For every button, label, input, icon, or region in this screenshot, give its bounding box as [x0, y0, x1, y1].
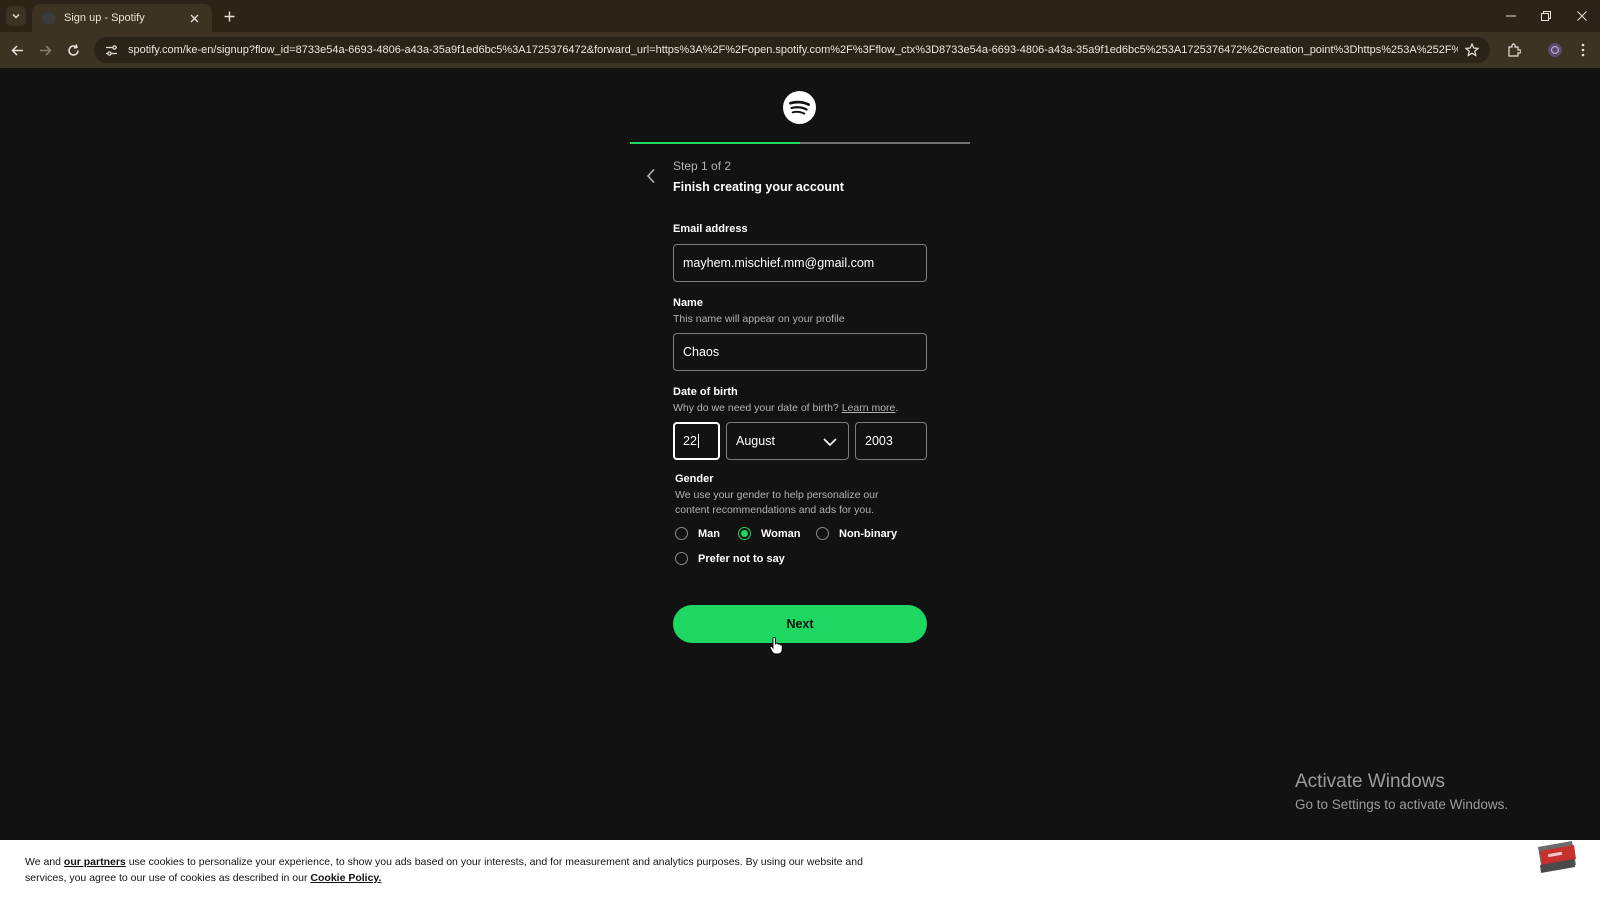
address-bar[interactable]: spotify.com/ke-en/signup?flow_id=8733e54…	[94, 37, 1490, 63]
reload-button[interactable]	[63, 40, 83, 60]
gender-label: Gender	[675, 473, 714, 485]
step-indicator: Step 1 of 2	[673, 159, 732, 173]
email-value: mayhem.mischief.mm@gmail.com	[683, 256, 875, 270]
gender-option-label: Man	[698, 527, 720, 540]
puzzle-icon	[1508, 43, 1521, 57]
close-window-button[interactable]	[1571, 6, 1593, 26]
dob-hint-text: Why do we need your date of birth?	[673, 402, 839, 414]
kebab-menu-icon	[1581, 43, 1585, 57]
dob-year-value: 2003	[865, 434, 893, 448]
minimize-icon	[1506, 15, 1516, 17]
active-tab[interactable]: Sign up - Spotify	[32, 4, 212, 32]
restore-button[interactable]	[1535, 6, 1557, 26]
our-partners-link[interactable]: our partners	[64, 856, 126, 868]
name-value: Chaos	[683, 345, 720, 359]
signup-page: Step 1 of 2 Finish creating your account…	[0, 68, 1600, 840]
learn-more-link[interactable]: Learn more	[842, 402, 896, 414]
gender-hint: We use your gender to help personalize o…	[675, 489, 879, 516]
chevron-down-icon	[12, 14, 20, 19]
browser-tabstrip: Sign up - Spotify	[0, 0, 1600, 32]
step-progress-fill	[630, 142, 800, 144]
gender-option-woman[interactable]: Woman	[738, 527, 801, 540]
cookie-settings-icon[interactable]	[1536, 837, 1578, 877]
star-icon	[1465, 43, 1479, 57]
bookmark-star-button[interactable]	[1462, 40, 1482, 60]
email-label: Email address	[673, 223, 748, 235]
tab-title: Sign up - Spotify	[64, 12, 145, 24]
cookie-text-part1: We and	[25, 856, 64, 868]
close-icon	[1577, 11, 1587, 21]
new-tab-button[interactable]	[219, 6, 239, 26]
arrow-left-icon	[10, 44, 23, 56]
dob-year-field[interactable]: 2003	[855, 422, 927, 460]
gender-option-non-binary[interactable]: Non-binary	[816, 527, 897, 540]
email-field[interactable]: mayhem.mischief.mm@gmail.com	[673, 244, 927, 282]
dob-hint: Why do we need your date of birth? Learn…	[673, 401, 898, 416]
profile-icon	[1548, 43, 1562, 57]
hand-cursor-icon	[769, 637, 783, 655]
dob-label: Date of birth	[673, 386, 738, 398]
cookie-text: We and our partners use cookies to perso…	[25, 854, 905, 886]
gender-option-label: Woman	[761, 527, 801, 540]
back-nav-button[interactable]	[7, 40, 27, 60]
arrow-right-icon	[39, 44, 52, 56]
cookie-banner: We and our partners use cookies to perso…	[0, 840, 1600, 900]
dob-day-field[interactable]: 22	[673, 422, 720, 460]
tab-close-button[interactable]	[186, 10, 202, 26]
gender-option-man[interactable]: Man	[675, 527, 720, 540]
radio-non-binary[interactable]	[816, 527, 829, 540]
close-icon	[190, 14, 198, 22]
gender-option-label: Prefer not to say	[698, 552, 785, 565]
dob-month-select[interactable]: August	[726, 422, 849, 460]
extensions-button[interactable]	[1504, 40, 1524, 60]
next-button[interactable]: Next	[673, 605, 927, 643]
cookie-policy-link[interactable]: Cookie Policy.	[310, 872, 381, 884]
dob-month-value: August	[736, 434, 775, 448]
radio-prefer-not[interactable]	[675, 552, 688, 565]
chevron-left-icon	[646, 168, 655, 184]
profile-avatar[interactable]	[1545, 40, 1565, 60]
windows-watermark-title: Activate Windows	[1295, 771, 1445, 792]
plus-icon	[224, 11, 234, 21]
name-field[interactable]: Chaos	[673, 333, 927, 371]
dob-day-value: 22	[683, 434, 697, 448]
spotify-logo	[783, 91, 816, 124]
browser-menu-button[interactable]	[1573, 40, 1593, 60]
text-caret	[697, 434, 699, 448]
gender-option-label: Non-binary	[839, 527, 898, 540]
site-settings-icon[interactable]	[102, 41, 120, 59]
name-hint: This name will appear on your profile	[673, 313, 845, 325]
gender-option-prefer-not[interactable]: Prefer not to say	[675, 552, 785, 565]
spotify-favicon-icon	[42, 11, 55, 25]
dob-hint-end: .	[895, 402, 899, 414]
forward-nav-button[interactable]	[35, 40, 55, 60]
reload-icon	[67, 43, 79, 56]
back-button[interactable]	[641, 164, 661, 188]
url-text[interactable]: spotify.com/ke-en/signup?flow_id=8733e54…	[128, 44, 1458, 56]
name-label: Name	[673, 297, 703, 309]
browser-toolbar: spotify.com/ke-en/signup?flow_id=8733e54…	[0, 32, 1600, 68]
windows-watermark-subtitle: Go to Settings to activate Windows.	[1295, 797, 1509, 812]
restore-icon	[1541, 11, 1551, 21]
minimize-button[interactable]	[1500, 6, 1522, 26]
chevron-down-icon	[823, 438, 837, 447]
step-progress-bar	[630, 142, 970, 144]
radio-man[interactable]	[675, 527, 688, 540]
radio-woman[interactable]	[738, 527, 751, 540]
cookie-text-part2: use cookies to personalize your experien…	[25, 856, 863, 884]
tab-search-button[interactable]	[6, 6, 26, 26]
page-heading: Finish creating your account	[673, 180, 844, 194]
